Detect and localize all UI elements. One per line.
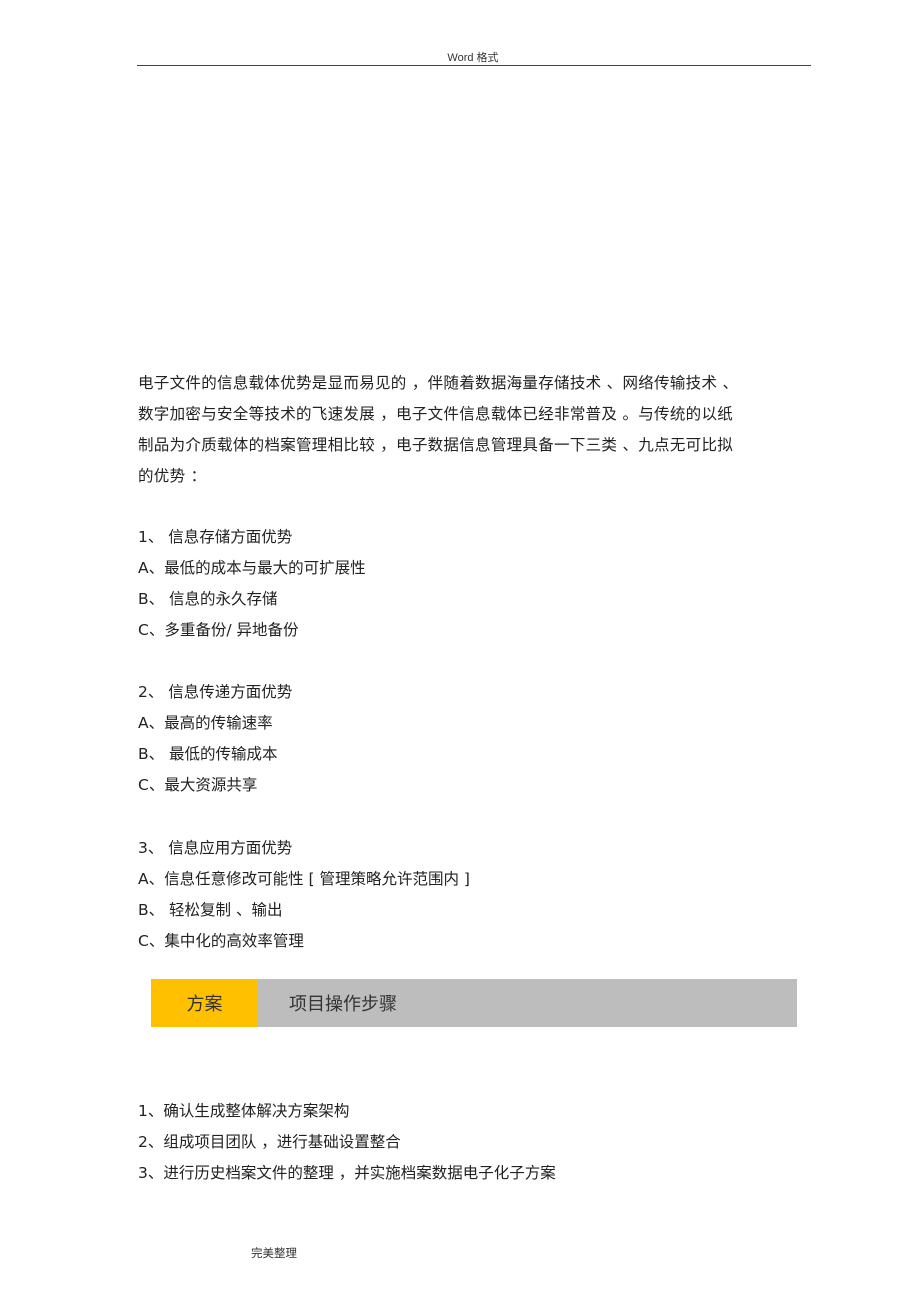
list-item: A、最高的传输速率 bbox=[138, 714, 273, 732]
intro-line: 的优势 ： bbox=[138, 467, 207, 485]
step-item: 3、进行历史档案文件的整理 ，并实施档案数据电子化子方案 bbox=[138, 1164, 556, 1182]
header-divider bbox=[137, 65, 811, 66]
list-item: B、 轻松复制 、输出 bbox=[138, 901, 283, 919]
step-item: 2、组成项目团队 ，进行基础设置整合 bbox=[138, 1133, 401, 1151]
steps-list: 1、确认生成整体解决方案架构 2、组成项目团队 ，进行基础设置整合 3、进行历史… bbox=[138, 1096, 556, 1189]
page-footer: 完美整理 bbox=[251, 1246, 297, 1260]
section-heading: 1、 信息存储方面优势 bbox=[138, 528, 293, 546]
list-item: A、信息任意修改可能性 [ 管理策略允许范围内 ] bbox=[138, 870, 470, 888]
intro-line: 电子文件的信息载体优势是显而易见的 ，伴随着数据海量存储技术 、网络传输技术 、 bbox=[138, 374, 739, 392]
list-item: C、多重备份/ 异地备份 bbox=[138, 621, 299, 639]
intro-line: 数字加密与安全等技术的飞速发展 ，电子文件信息载体已经非常普及 。与传统的以纸 bbox=[138, 405, 734, 423]
intro-paragraph: 电子文件的信息载体优势是显而易见的 ，伴随着数据海量存储技术 、网络传输技术 、… bbox=[138, 368, 808, 492]
list-item: C、最大资源共享 bbox=[138, 776, 258, 794]
step-item: 1、确认生成整体解决方案架构 bbox=[138, 1102, 350, 1120]
list-item: C、集中化的高效率管理 bbox=[138, 932, 304, 950]
list-item: B、 最低的传输成本 bbox=[138, 745, 278, 763]
page-header: Word 格式 bbox=[447, 52, 499, 64]
section-application: 3、 信息应用方面优势 A、信息任意修改可能性 [ 管理策略允许范围内 ] B、… bbox=[138, 833, 470, 957]
list-item: B、 信息的永久存储 bbox=[138, 590, 278, 608]
section-transfer: 2、 信息传递方面优势 A、最高的传输速率 B、 最低的传输成本 C、最大资源共… bbox=[138, 677, 292, 801]
section-banner: 方案 项目操作步骤 bbox=[151, 979, 797, 1027]
section-storage: 1、 信息存储方面优势 A、最低的成本与最大的可扩展性 B、 信息的永久存储 C… bbox=[138, 522, 366, 646]
section-heading: 3、 信息应用方面优势 bbox=[138, 839, 293, 857]
intro-line: 制品为介质载体的档案管理相比较 ，电子数据信息管理具备一下三类 、九点无可比拟 bbox=[138, 436, 734, 454]
section-heading: 2、 信息传递方面优势 bbox=[138, 683, 293, 701]
list-item: A、最低的成本与最大的可扩展性 bbox=[138, 559, 366, 577]
banner-title: 项目操作步骤 bbox=[289, 994, 397, 1015]
banner-tag: 方案 bbox=[151, 979, 258, 1027]
